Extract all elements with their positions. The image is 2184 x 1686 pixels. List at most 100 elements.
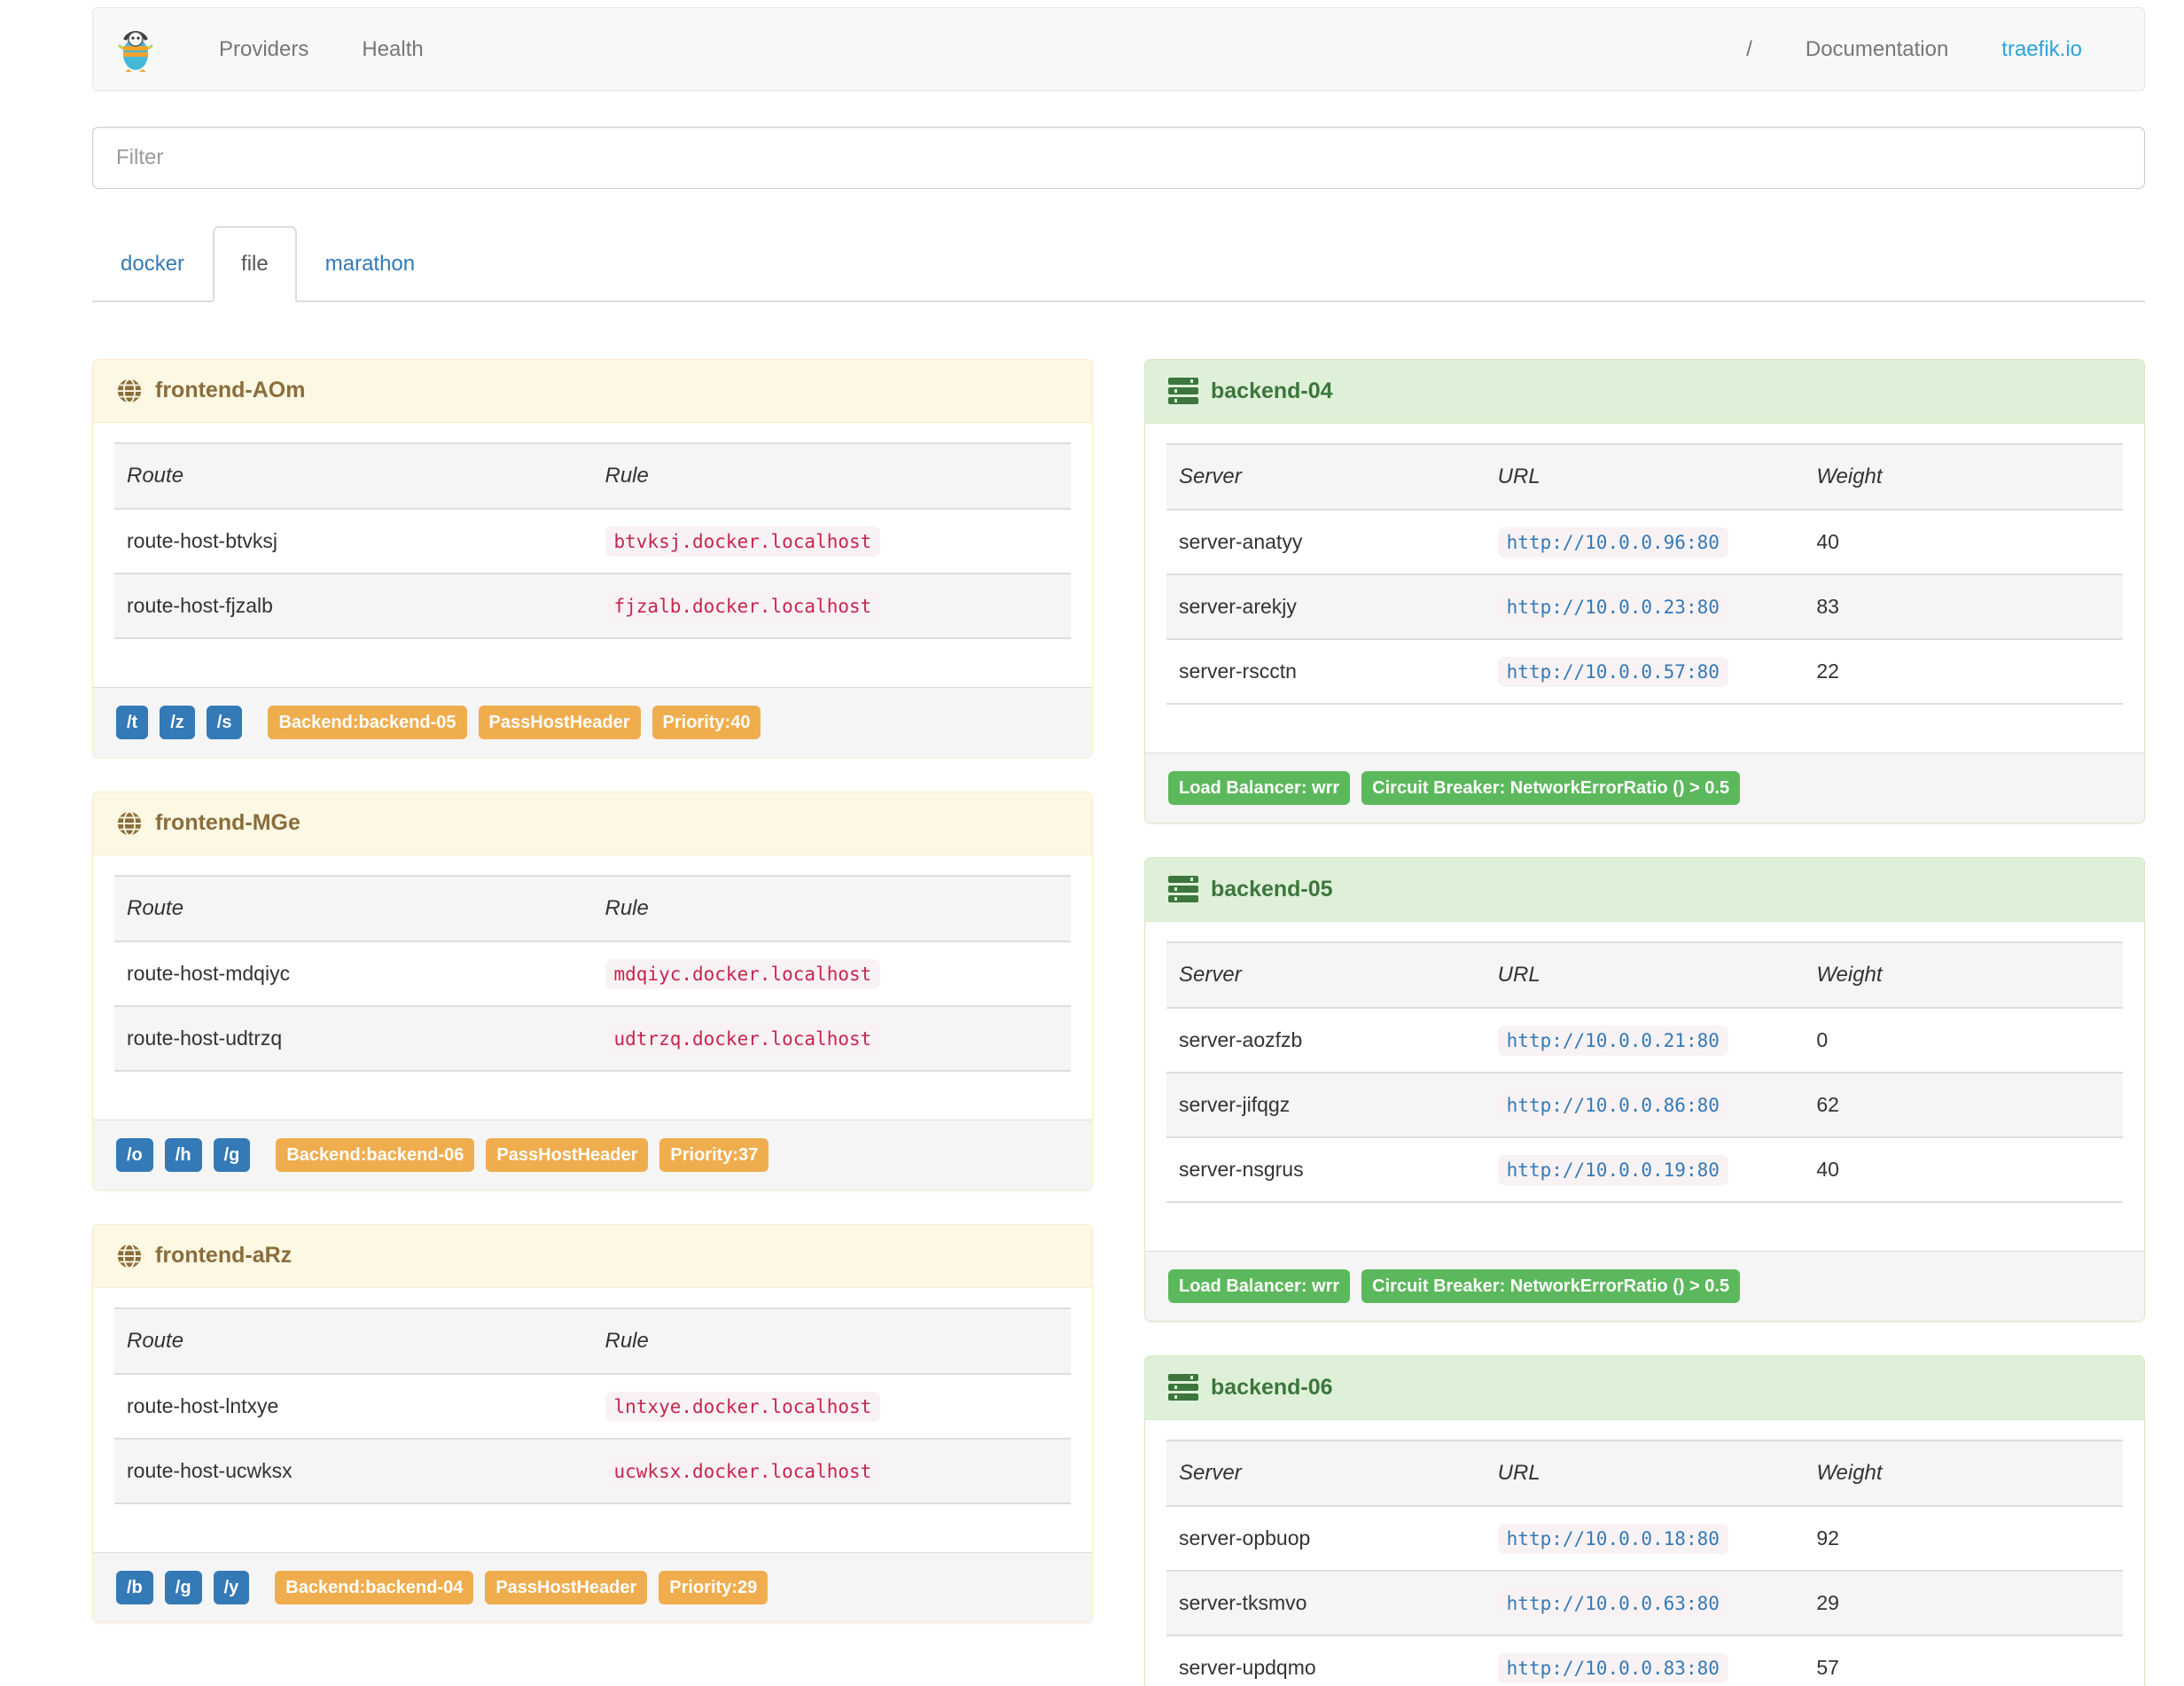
url-cell: http://10.0.0.83:80 — [1485, 1634, 1805, 1686]
table-header-row: Server URL Weight — [1166, 941, 2123, 1009]
server-name: server-jifqgz — [1166, 1071, 1486, 1137]
route-name: route-host-udtrzq — [114, 1004, 593, 1072]
frontend-prop-tag: Priority:40 — [651, 705, 761, 739]
tab-docker-label[interactable]: docker — [92, 226, 213, 302]
backend-card-header: backend-06 — [1145, 1355, 2144, 1420]
server-url-link[interactable]: http://10.0.0.21:80 — [1507, 1030, 1720, 1051]
backend-servers-table: Server URL Weight server-aozfzb http://10.0.… — [1166, 941, 2123, 1203]
server-weight: 57 — [1804, 1634, 2123, 1686]
frontend-card-title: frontend-aRz — [155, 1243, 292, 1268]
backend-card-header: backend-05 — [1145, 857, 2144, 922]
table-body: server-opbuop http://10.0.0.18:80 92 server… — [1166, 1504, 2123, 1686]
nav-health[interactable]: Health — [335, 37, 449, 62]
table-head: Server URL Weight — [1166, 941, 2123, 1009]
table-body: route-host-mdqiyc mdqiyc.docker.localhost… — [114, 940, 1071, 1072]
server-weight: 92 — [1804, 1504, 2123, 1571]
table-body: server-anatyy http://10.0.0.96:80 40 server… — [1166, 508, 2123, 705]
frontend-card-header: frontend-MGe — [93, 792, 1092, 855]
url-cell: http://10.0.0.18:80 — [1485, 1504, 1805, 1571]
nav-traefik-io-link[interactable]: traefik.io — [1975, 37, 2109, 62]
column-header-weight: Weight — [1804, 941, 2123, 1009]
server-url-link[interactable]: http://10.0.0.86:80 — [1507, 1095, 1720, 1116]
server-weight: 40 — [1804, 508, 2123, 574]
nav-providers[interactable]: Providers — [192, 37, 335, 62]
backend-servers-table: Server URL Weight server-anatyy http://10.0.… — [1166, 442, 2123, 705]
server-name: server-updqmo — [1166, 1634, 1486, 1686]
table-head: Server URL Weight — [1166, 1439, 2123, 1507]
table-head: Route Rule — [114, 1307, 1071, 1375]
tab-marathon[interactable]: marathon — [297, 226, 443, 301]
frontend-card-title: frontend-MGe — [155, 810, 300, 836]
server-weight: 22 — [1804, 637, 2123, 705]
entrypoint-tag: /h — [164, 1137, 202, 1172]
frontend-card: frontend-aRz Route Rule route-host-lntxye ln… — [92, 1223, 1093, 1623]
filter-bar — [92, 127, 2145, 189]
frontend-card-body: Route Rule route-host-lntxye lntxye.docker.… — [93, 1287, 1092, 1552]
table-header-row: Server URL Weight — [1166, 442, 2123, 511]
backend-servers-table: Server URL Weight server-opbuop http://10.0.… — [1166, 1439, 2123, 1686]
frontend-card-header: frontend-aRz — [93, 1224, 1092, 1288]
globe-icon — [116, 810, 143, 837]
table-row: route-host-mdqiyc mdqiyc.docker.localhost — [114, 940, 1071, 1006]
frontend-card-title: frontend-AOm — [155, 378, 306, 403]
url-cell: http://10.0.0.23:80 — [1485, 573, 1805, 639]
provider-tabs: docker file marathon — [92, 226, 2145, 302]
backend-prop-tag: Circuit Breaker: NetworkErrorRatio () > … — [1361, 1268, 1741, 1303]
tab-docker[interactable]: docker — [92, 226, 213, 301]
tab-marathon-label[interactable]: marathon — [297, 226, 443, 302]
route-name: route-host-btvksj — [114, 507, 593, 574]
rule-code: btvksj.docker.localhost — [604, 526, 881, 557]
backend-card: backend-04 Server URL Weight server-anatyy ht… — [1144, 358, 2145, 823]
url-cell: http://10.0.0.57:80 — [1485, 637, 1805, 705]
entrypoint-tag: /s — [206, 705, 243, 739]
filter-input[interactable] — [92, 127, 2145, 189]
server-url-link[interactable]: http://10.0.0.57:80 — [1507, 661, 1720, 683]
frontend-prop-tag: PassHostHeader — [478, 705, 641, 739]
provider-content: frontend-AOm Route Rule route-host-btvksj bt… — [92, 358, 2145, 1686]
frontend-prop-tag: Backend:backend-05 — [268, 705, 467, 739]
rule-cell: fjzalb.docker.localhost — [592, 572, 1071, 639]
frontend-card: frontend-AOm Route Rule route-host-btvksj bt… — [92, 358, 1093, 758]
column-header-route: Route — [114, 874, 593, 942]
globe-icon — [116, 378, 143, 404]
table-row: server-opbuop http://10.0.0.18:80 92 — [1166, 1504, 2123, 1571]
backend-card-header: backend-04 — [1145, 359, 2144, 424]
frontend-prop-tag: PassHostHeader — [486, 1137, 649, 1172]
table-row: server-arekjy http://10.0.0.23:80 83 — [1166, 573, 2123, 639]
frontend-card-footer: /t/z/s Backend:backend-05 PassHostHeader Pr… — [93, 686, 1092, 757]
server-url-link[interactable]: http://10.0.0.19:80 — [1507, 1159, 1720, 1181]
table-row: server-jifqgz http://10.0.0.86:80 62 — [1166, 1071, 2123, 1137]
url-code: http://10.0.0.21:80 — [1497, 1025, 1728, 1056]
server-url-link[interactable]: http://10.0.0.83:80 — [1507, 1658, 1720, 1679]
server-url-link[interactable]: http://10.0.0.23:80 — [1507, 597, 1720, 618]
server-url-link[interactable]: http://10.0.0.63:80 — [1507, 1593, 1720, 1614]
rule-cell: udtrzq.docker.localhost — [592, 1004, 1071, 1072]
url-code: http://10.0.0.18:80 — [1497, 1523, 1728, 1554]
backend-card-title: backend-06 — [1211, 1374, 1333, 1400]
table-head: Route Rule — [114, 441, 1071, 510]
tab-file[interactable]: file — [213, 226, 297, 302]
traefik-logo-icon[interactable] — [116, 27, 155, 72]
nav-separator: / — [1746, 36, 1752, 61]
table-row: server-tksmvo http://10.0.0.63:80 29 — [1166, 1569, 2123, 1635]
route-name: route-host-lntxye — [114, 1372, 593, 1439]
table-row: server-aozfzb http://10.0.0.21:80 0 — [1166, 1006, 2123, 1073]
entrypoint-tags: /t/z/s — [116, 705, 254, 739]
entrypoint-tag: /z — [160, 705, 195, 739]
column-header-rule: Rule — [592, 874, 1071, 942]
frontend-card-body: Route Rule route-host-mdqiyc mdqiyc.docker.… — [93, 855, 1092, 1120]
server-url-link[interactable]: http://10.0.0.96:80 — [1507, 532, 1720, 553]
backend-card-body: Server URL Weight server-opbuop http://10.0.… — [1145, 1419, 2144, 1686]
frontend-routes-table: Route Rule route-host-btvksj btvksj.docker.… — [114, 441, 1071, 639]
server-stack-icon — [1168, 1373, 1198, 1401]
entrypoint-tags: /b/g/y — [116, 1570, 261, 1604]
tab-file-label[interactable]: file — [213, 226, 297, 302]
nav-documentation[interactable]: Documentation — [1779, 37, 1975, 62]
backend-card: backend-05 Server URL Weight server-aozfzb ht… — [1144, 856, 2145, 1322]
backend-prop-tags: Load Balancer: wrr Circuit Breaker: Netwo… — [1168, 1268, 1751, 1303]
frontend-prop-tag: Priority:29 — [659, 1570, 768, 1604]
rule-cell: ucwksx.docker.localhost — [592, 1437, 1071, 1504]
frontend-card-header: frontend-AOm — [93, 359, 1092, 423]
server-url-link[interactable]: http://10.0.0.18:80 — [1507, 1528, 1720, 1549]
backend-card-footer: Load Balancer: wrr Circuit Breaker: Netwo… — [1145, 752, 2144, 823]
